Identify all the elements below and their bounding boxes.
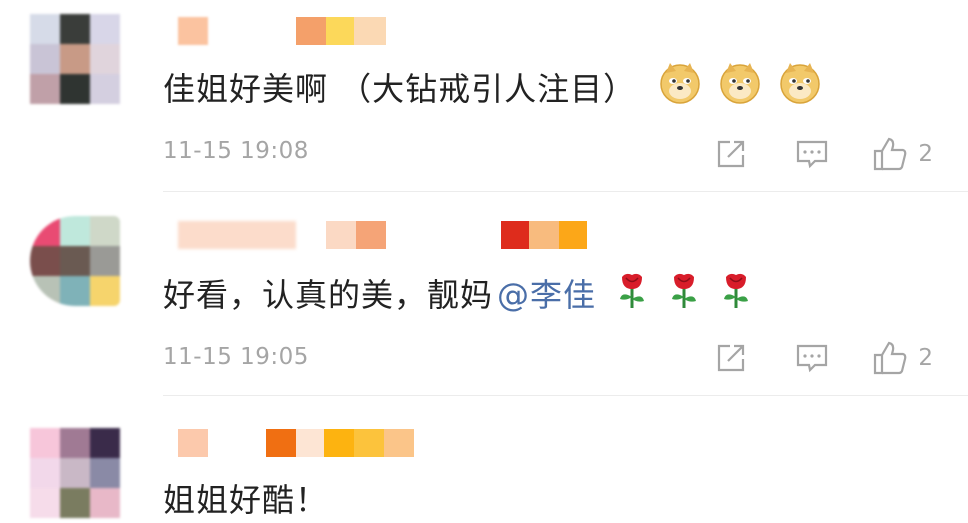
reply-button[interactable] xyxy=(792,341,832,375)
comment-actions: 2 xyxy=(711,338,933,378)
share-button[interactable] xyxy=(711,341,751,375)
like-count: 2 xyxy=(918,345,933,371)
comment-item: 佳姐好美啊 （大钻戒引人注目） 11-15 19:08 2 xyxy=(0,0,968,192)
avatar[interactable] xyxy=(30,428,120,518)
doge-emoji xyxy=(778,61,822,113)
comment-text: 好看，认真的美，靓妈 @李佳 xyxy=(163,268,752,318)
doge-emoji xyxy=(658,61,702,113)
rose-emoji xyxy=(616,269,648,317)
comment-item: 好看，认真的美，靓妈 @李佳 11-15 19:05 2 xyxy=(0,194,968,396)
divider xyxy=(163,395,968,396)
like-icon xyxy=(874,137,907,171)
doge-emoji xyxy=(718,61,762,113)
mention-link[interactable]: @李佳 xyxy=(497,270,596,316)
share-icon xyxy=(718,140,745,168)
comment-icon xyxy=(797,140,828,169)
share-icon xyxy=(718,344,745,372)
username-masked[interactable] xyxy=(178,221,587,249)
reply-button[interactable] xyxy=(792,137,832,171)
rose-emoji xyxy=(668,269,700,317)
comment-text: 佳姐好美啊 （大钻戒引人注目） xyxy=(163,62,822,112)
divider xyxy=(163,191,968,192)
comment-actions: 2 xyxy=(711,134,933,174)
like-count: 2 xyxy=(918,141,933,167)
like-button[interactable]: 2 xyxy=(872,136,933,172)
like-button[interactable]: 2 xyxy=(872,340,933,376)
share-button[interactable] xyxy=(711,137,751,171)
comment-icon xyxy=(797,344,828,373)
avatar[interactable] xyxy=(30,14,120,104)
rose-emoji xyxy=(720,269,752,317)
username-masked[interactable] xyxy=(178,17,386,45)
comment-item: 姐姐好酷！ xyxy=(0,398,968,519)
like-icon xyxy=(874,341,907,375)
comment-time: 11-15 19:08 xyxy=(163,138,309,164)
username-masked[interactable] xyxy=(178,429,414,457)
comment-time: 11-15 19:05 xyxy=(163,344,309,370)
comment-text: 姐姐好酷！ xyxy=(163,481,329,519)
avatar[interactable] xyxy=(30,216,120,306)
